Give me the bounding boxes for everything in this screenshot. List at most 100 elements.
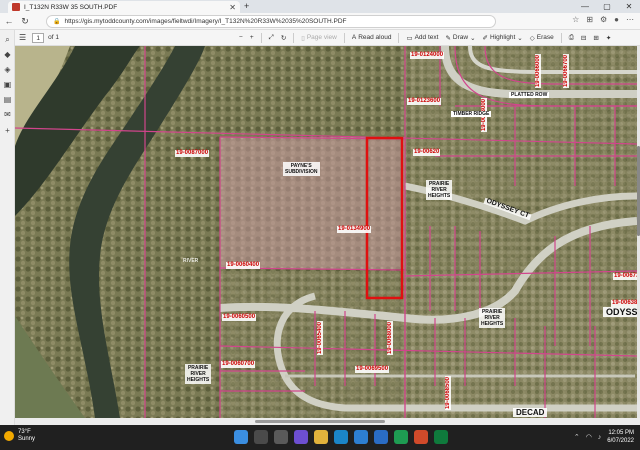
page-number-input[interactable]: 1 <box>32 32 45 43</box>
zoom-out-icon[interactable]: − <box>239 34 243 41</box>
read-aloud-button[interactable]: A Read aloud <box>352 34 392 41</box>
read-aloud-icon: A <box>351 34 357 41</box>
parcel-label: 19-0134900 <box>337 226 372 233</box>
temperature: 73°F <box>18 429 31 435</box>
parcel-label: 19-0060700 <box>221 361 256 368</box>
tab-title: I_T132N R33W 35 SOUTH.PDF <box>24 3 118 11</box>
volume-icon[interactable]: ♪ <box>598 434 602 441</box>
sidebar-shopping-icon[interactable]: ◆ <box>3 50 12 59</box>
print-icon[interactable]: ⎙ <box>569 34 574 42</box>
parcel-label-vertical: 19-0066000 <box>535 54 541 89</box>
subdivision-label: PAYNE'S SUBDIVISION <box>283 162 320 176</box>
contents-icon[interactable]: ☰ <box>19 33 26 42</box>
maximize-button[interactable]: ▢ <box>596 0 618 13</box>
weather-condition: Sunny <box>18 436 36 442</box>
pin-icon[interactable]: ✦ <box>606 34 611 42</box>
refresh-icon[interactable]: ↻ <box>18 14 32 28</box>
draw-icon: ✎ <box>445 34 451 42</box>
pdf-icon <box>12 3 20 11</box>
rotate-icon[interactable]: ↻ <box>281 34 286 42</box>
windows-start-icon[interactable] <box>234 430 248 444</box>
subdivision-label: PRAIRIE RIVER HEIGHTS <box>185 364 212 384</box>
parcel-label: 19-0124000 <box>410 52 445 59</box>
page-total: of 1 <box>48 34 60 41</box>
street-label: DECAD <box>513 408 548 417</box>
system-tray: ⌃ ◠ ♪ 12:05 PM 6/07/2022 <box>574 429 634 445</box>
page-view-button[interactable]: ▯ Page view <box>301 34 337 42</box>
horizontal-scroll-thumb[interactable] <box>255 420 385 423</box>
back-icon[interactable]: ← <box>2 14 16 28</box>
sidebar-games-icon[interactable]: ▣ <box>3 80 12 89</box>
add-text-button[interactable]: ▭ Add text <box>406 34 438 42</box>
teams-icon[interactable] <box>294 430 308 444</box>
zoom-in-icon[interactable]: + <box>250 34 254 41</box>
collections-icon[interactable]: ⊞ <box>586 15 593 24</box>
subdivision-label: PRAIRIE RIVER HEIGHTS <box>479 308 506 328</box>
parcel-label: 19-00620 <box>413 149 441 156</box>
clock[interactable]: 12:05 PM 6/07/2022 <box>607 429 634 445</box>
river-label: RIVER <box>183 258 199 264</box>
profile-icon[interactable]: ● <box>614 15 619 24</box>
favorite-icon[interactable]: ☆ <box>572 15 579 24</box>
parcel-label: 19-0063800 <box>611 300 637 307</box>
erase-button[interactable]: ◇ Erase <box>530 34 554 42</box>
horizontal-scrollbar[interactable] <box>15 418 640 425</box>
page-view-icon: ▯ <box>301 34 305 42</box>
search-icon[interactable] <box>254 430 268 444</box>
sidebar-office-icon[interactable]: ▤ <box>3 95 12 104</box>
browser-titlebar: I_T132N R33W 35 SOUTH.PDF ✕ + — ▢ ✕ <box>0 0 640 13</box>
browser-toolbar-icons: ☆ ⊞ ⚙ ● ⋯ <box>572 15 634 24</box>
chrome-icon[interactable] <box>414 430 428 444</box>
aerial-map-drawing <box>15 46 637 418</box>
street-label: ODYSSE <box>603 307 637 317</box>
clock-time: 12:05 PM <box>608 430 634 436</box>
pdf-map-page[interactable]: 19-0087000 19-0134900 19-0123600 19-0124… <box>15 46 637 418</box>
sun-icon <box>4 431 14 441</box>
sheets-icon[interactable] <box>434 430 448 444</box>
parcel-label: 19-0060400 <box>226 262 261 269</box>
parcel-label: 19-0060500 <box>222 314 257 321</box>
file-explorer-icon[interactable] <box>314 430 328 444</box>
store-icon[interactable] <box>354 430 368 444</box>
sidebar-search-icon[interactable]: ⌕ <box>3 35 12 44</box>
parcel-label-vertical: 19-0066700 <box>563 54 569 89</box>
lock-icon: 🔒 <box>53 19 61 25</box>
menu-icon[interactable]: ⋯ <box>626 15 634 24</box>
close-window-button[interactable]: ✕ <box>618 0 640 13</box>
eraser-icon: ◇ <box>529 34 535 42</box>
extensions-icon[interactable]: ⚙ <box>600 15 607 24</box>
sidebar-add-icon[interactable]: + <box>3 126 12 135</box>
draw-button[interactable]: ✎ Draw ⌄ <box>445 34 475 42</box>
parcel-label: 19-0123600 <box>407 98 442 105</box>
word-icon[interactable] <box>374 430 388 444</box>
parcel-label-vertical: 19-0068000 <box>387 321 393 356</box>
minimize-button[interactable]: — <box>574 0 596 13</box>
sidebar-tools-icon[interactable]: ◈ <box>3 65 12 74</box>
street-label: PLATTED ROW <box>509 92 550 98</box>
weather-widget[interactable]: 73°F Sunny <box>4 429 35 443</box>
save-icon[interactable]: ⊟ <box>581 34 586 42</box>
task-view-icon[interactable] <box>274 430 288 444</box>
pdf-toolbar: ☰ 1 of 1 − + ⤢ ↻ ▯ Page view A Read aloud … <box>15 30 640 46</box>
highlight-button[interactable]: ✐ Highlight ⌄ <box>483 34 523 42</box>
edge-icon[interactable] <box>334 430 348 444</box>
navigation-bar: ← ↻ 🔒 https://gis.mytoddcounty.com/image… <box>0 13 640 30</box>
chevron-down-icon: ⌄ <box>517 34 523 42</box>
browser-tab[interactable]: I_T132N R33W 35 SOUTH.PDF ✕ <box>8 1 240 13</box>
fit-page-icon[interactable]: ⤢ <box>269 34 274 42</box>
parcel-label-vertical: 19-0068500 <box>445 376 451 411</box>
wifi-icon[interactable]: ◠ <box>586 433 592 441</box>
chevron-up-icon[interactable]: ⌃ <box>574 433 580 441</box>
street-label: TIMBER RIDGE <box>451 111 492 117</box>
browser-sidebar: ⌕ ◆ ◈ ▣ ▤ ✉ + <box>0 30 15 425</box>
url-text: https://gis.mytoddcounty.com/images/fiel… <box>64 18 347 25</box>
parcel-label: 19-0069500 <box>355 366 390 373</box>
subdivision-label: PRAIRIE RIVER HEIGHTS <box>426 180 453 200</box>
sidebar-outlook-icon[interactable]: ✉ <box>3 110 12 119</box>
new-tab-icon[interactable]: + <box>244 1 249 11</box>
close-tab-icon[interactable]: ✕ <box>229 3 236 12</box>
save-as-icon[interactable]: ⊞ <box>593 34 598 42</box>
excel-icon[interactable] <box>394 430 408 444</box>
chevron-down-icon: ⌄ <box>470 34 476 42</box>
address-bar[interactable]: 🔒 https://gis.mytoddcounty.com/images/fi… <box>46 15 496 28</box>
